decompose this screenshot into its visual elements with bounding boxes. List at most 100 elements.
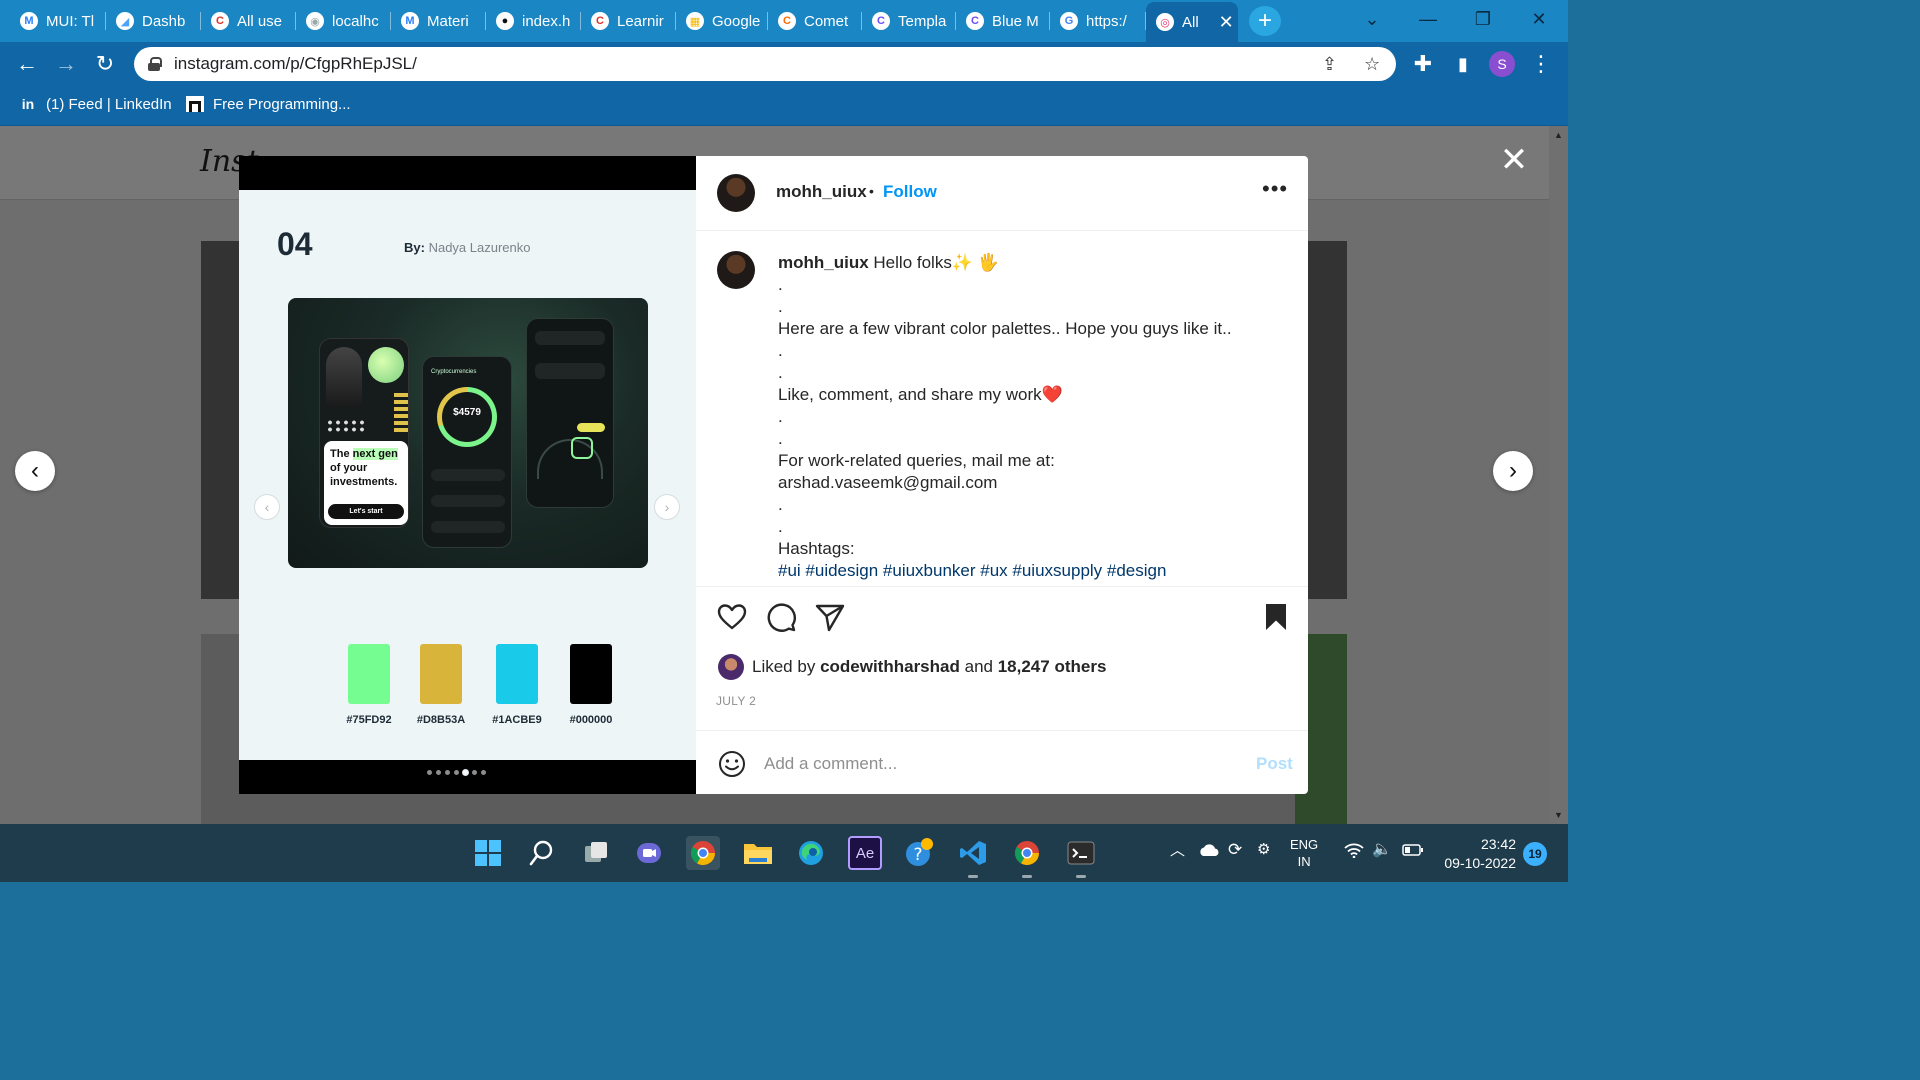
mockup-section-label: Cryptocurrencies (431, 369, 477, 375)
browser-tab[interactable]: ◢ Dashb (106, 4, 201, 38)
browser-tab[interactable]: C Comet (768, 4, 862, 38)
close-window-button[interactable]: ✕ (1519, 4, 1559, 34)
bookmark-linkedin[interactable]: in (1) Feed | LinkedIn (18, 95, 172, 113)
browser-tab[interactable]: ● index.h (486, 4, 581, 38)
avatar[interactable] (717, 174, 755, 212)
terminal-icon[interactable] (1064, 836, 1098, 878)
browser-tab[interactable]: C Blue M (956, 4, 1050, 38)
teams-chat-icon[interactable] (632, 836, 666, 870)
more-options-icon[interactable]: ••• (1262, 176, 1288, 202)
vscode-icon[interactable] (956, 836, 990, 878)
liker-avatar[interactable] (718, 654, 744, 680)
liked-by: Liked by codewithharshad and 18,247 othe… (718, 654, 1106, 680)
likes-others[interactable]: 18,247 others (998, 657, 1107, 676)
caption-email: arshad.vaseemk@gmail.com (778, 473, 998, 492)
browser-tab[interactable]: ◉ localhc (296, 4, 391, 38)
linkedin-icon: in (21, 96, 35, 112)
restore-button[interactable]: ❐ (1463, 4, 1503, 34)
caption-username[interactable]: mohh_uiux (778, 253, 869, 272)
browser-tab[interactable]: C All use (201, 4, 296, 38)
input-language[interactable]: ENG IN (1290, 836, 1318, 870)
minimize-button[interactable]: — (1408, 4, 1448, 34)
reload-icon[interactable]: ↻ (91, 50, 119, 78)
browser-tab[interactable]: ▦ Google (676, 4, 768, 38)
slide-author: By: Nadya Lazurenko (404, 240, 530, 255)
swatch-hex: #75FD92 (346, 714, 392, 726)
scroll-down-icon[interactable]: ▼ (1554, 810, 1563, 820)
caption-hashtags[interactable]: #ui #uidesign #uiuxbunker #ux #uiuxsuppl… (778, 560, 1278, 582)
browser-tab[interactable]: C Learnir (581, 4, 676, 38)
chrome-taskbar-icon[interactable] (686, 836, 720, 870)
caption-avatar[interactable] (717, 251, 755, 289)
close-modal-icon[interactable]: ✕ (1498, 141, 1530, 179)
sync-icon[interactable]: ⟳ (1228, 841, 1242, 858)
browser-tab[interactable]: C Templa (862, 4, 956, 38)
tab-title: Materi (427, 12, 469, 30)
menu-kebab-icon[interactable]: ⋮ (1527, 50, 1555, 78)
browser-tab[interactable]: Ghttps:/ (1050, 4, 1146, 38)
volume-icon[interactable]: 🔈 (1372, 841, 1392, 858)
browser-tab[interactable]: ◎ All ✕ (1146, 2, 1238, 42)
caption-dot: . (778, 341, 783, 360)
swatch-hex: #D8B53A (416, 714, 466, 726)
notification-badge[interactable]: 19 (1523, 842, 1547, 866)
share-send-icon[interactable] (814, 601, 846, 633)
browser-tab[interactable]: M Materi (391, 4, 486, 38)
post-date[interactable]: JULY 2 (716, 694, 756, 708)
browser-tab[interactable]: M MUI: Tl (10, 4, 106, 38)
post-comment-button[interactable]: Post (1256, 754, 1293, 774)
scroll-up-icon[interactable]: ▲ (1554, 130, 1563, 140)
new-tab-button[interactable]: + (1249, 6, 1281, 36)
globe-icon: ◉ (306, 12, 324, 30)
separator-dot: • (869, 183, 874, 199)
task-view-icon[interactable] (579, 836, 613, 870)
search-icon[interactable] (525, 836, 559, 870)
browser-toolbar: ← → ↻ instagram.com/p/CfgpRhEpJSL/ ⇪ ☆ ✚… (0, 42, 1568, 86)
saved-bookmark-icon[interactable] (1260, 601, 1292, 633)
page-scrollbar[interactable]: ▲ ▼ (1549, 126, 1568, 824)
follow-button[interactable]: Follow (883, 182, 937, 202)
address-bar[interactable]: instagram.com/p/CfgpRhEpJSL/ ⇪ ☆ (134, 47, 1396, 81)
bookmark-free-programming[interactable]: Free Programming... (185, 95, 351, 113)
star-icon[interactable]: ☆ (1364, 54, 1380, 75)
liker-username[interactable]: codewithharshad (820, 657, 960, 676)
post-username[interactable]: mohh_uiux (776, 182, 867, 202)
like-heart-icon[interactable] (716, 601, 748, 633)
url-text[interactable]: instagram.com/p/CfgpRhEpJSL/ (174, 54, 417, 74)
bookmarks-bar: in (1) Feed | LinkedIn Free Programming.… (0, 86, 1568, 126)
wifi-icon[interactable] (1344, 842, 1364, 862)
comment-icon[interactable] (765, 601, 797, 633)
system-clock[interactable]: 23:42 09-10-2022 (1440, 835, 1516, 873)
profile-avatar[interactable]: S (1489, 51, 1515, 77)
onedrive-icon[interactable] (1198, 843, 1220, 861)
windows-start-icon[interactable] (471, 836, 505, 870)
comment-input[interactable] (764, 749, 1234, 779)
sidepanel-icon[interactable]: ▮ (1449, 50, 1477, 78)
carousel-prev-button[interactable]: ‹ (254, 494, 280, 520)
chrome-profile-icon[interactable] (1010, 836, 1044, 878)
tab-title: Learnir (617, 12, 664, 30)
clock-date: 09-10-2022 (1444, 855, 1516, 871)
forward-arrow-icon[interactable]: → (52, 50, 80, 78)
tab-search-chevron-icon[interactable]: ⌄ (1352, 4, 1392, 34)
post-actions (696, 586, 1308, 638)
extensions-icon[interactable]: ✚ (1409, 50, 1437, 78)
color-swatch: #000000 (556, 644, 626, 726)
share-icon[interactable]: ⇪ (1322, 54, 1337, 75)
file-explorer-icon[interactable] (741, 836, 775, 870)
carousel-next-button[interactable]: › (654, 494, 680, 520)
back-arrow-icon[interactable]: ← (13, 50, 41, 78)
help-icon[interactable]: ? (902, 836, 936, 870)
previous-post-button[interactable]: ‹ (15, 451, 55, 491)
emoji-icon[interactable] (718, 750, 746, 778)
edge-icon[interactable] (794, 836, 828, 870)
tray-chevron-icon[interactable]: ︿ (1170, 842, 1185, 859)
network-settings-icon[interactable]: ⚙ (1257, 841, 1270, 858)
after-effects-icon[interactable]: Ae (848, 836, 882, 870)
tab-title: Google (712, 12, 761, 30)
tab-strip: M MUI: Tl ◢ Dashb C All use ◉ localhc M Materi ● in… (0, 0, 1568, 42)
mockup-square (571, 437, 593, 459)
battery-icon[interactable] (1402, 843, 1424, 860)
next-post-button[interactable]: › (1493, 451, 1533, 491)
close-tab-icon[interactable]: ✕ (1219, 12, 1234, 33)
